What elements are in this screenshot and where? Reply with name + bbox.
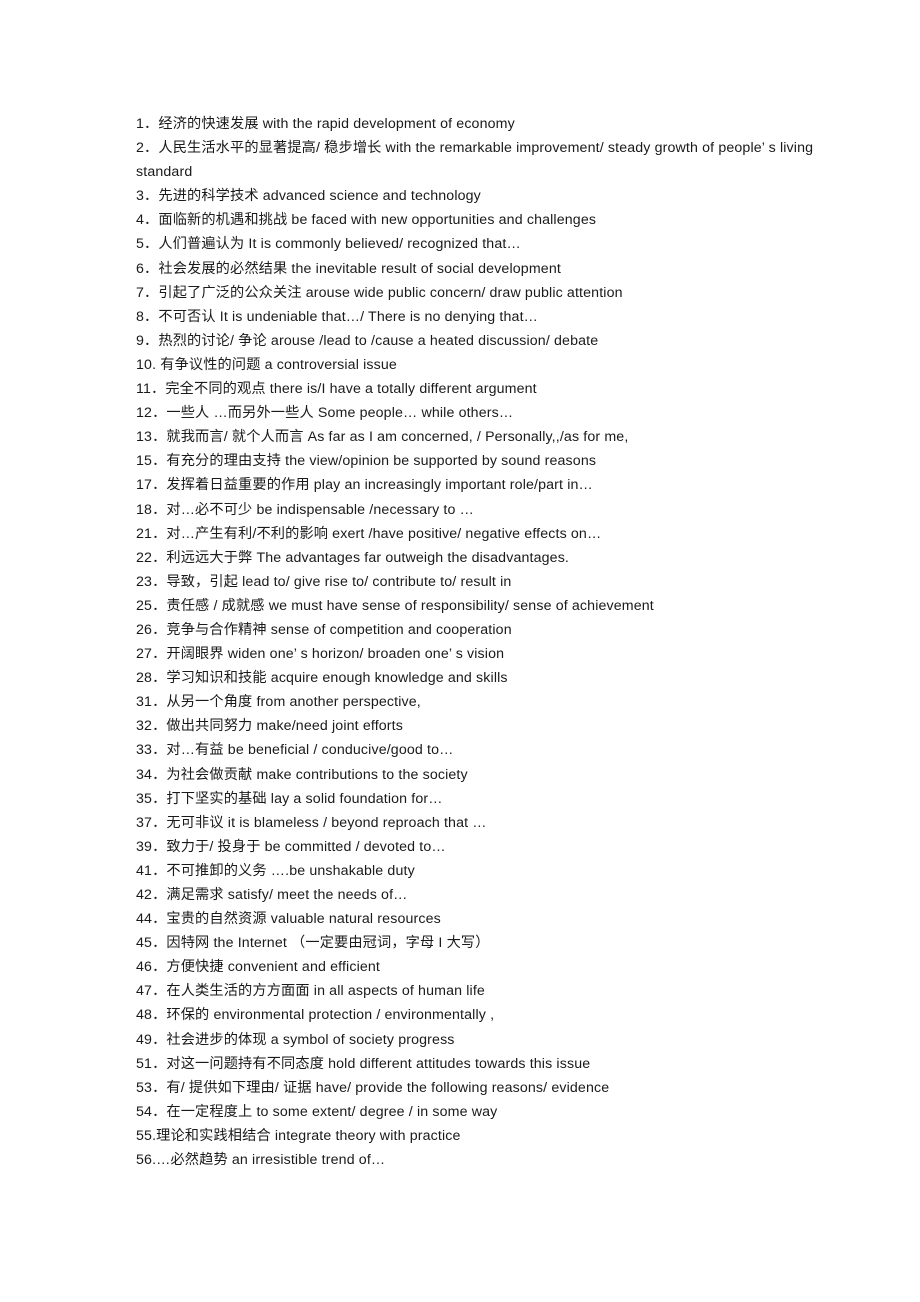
phrase-entry: 48．环保的 environmental protection / enviro…: [136, 1007, 495, 1024]
phrase-entry: 55.理论和实践相结合 integrate theory with practi…: [136, 1127, 461, 1144]
phrase-entry: 33．对…有益 be beneficial / conducive/good t…: [136, 742, 454, 759]
phrase-entry: 4．面临新的机遇和挑战 be faced with new opportunit…: [136, 212, 597, 229]
phrase-entry: 28．学习知识和技能 acquire enough knowledge and …: [136, 670, 508, 687]
phrase-entry: 23．导致，引起 lead to/ give rise to/ contribu…: [136, 573, 512, 590]
phrase-entry: 46．方便快捷 convenient and efficient: [136, 959, 381, 976]
phrase-entry: 26．竞争与合作精神 sense of competition and coop…: [136, 621, 512, 638]
phrase-entry: 15．有充分的理由支持 the view/opinion be supporte…: [136, 453, 597, 470]
phrase-entry: 13．就我而言/ 就个人而言 As far as I am concerned,…: [136, 429, 629, 446]
phrase-entry: 54．在一定程度上 to some extent/ degree / in so…: [136, 1103, 498, 1120]
phrase-entry: 49．社会进步的体现 a symbol of society progress: [136, 1031, 455, 1048]
phrase-entry: 18．对…必不可少 be indispensable /necessary to…: [136, 501, 474, 518]
phrase-entry: 37．无可非议 it is blameless / beyond reproac…: [136, 814, 487, 831]
phrase-entry: 8．不可否认 It is undeniable that…/ There is …: [136, 308, 538, 325]
phrase-entry: 39．致力于/ 投身于 be committed / devoted to…: [136, 838, 446, 855]
phrase-entry: 5．人们普遍认为 It is commonly believed/ recogn…: [136, 236, 521, 253]
phrase-entry: 41．不可推卸的义务 ….be unshakable duty: [136, 862, 415, 879]
document-page: 1．经济的快速发展 with the rapid development of …: [0, 0, 920, 1302]
phrase-entry: 2．人民生活水平的显著提高/ 稳步增长 with the remarkable …: [136, 140, 814, 181]
phrase-entry: 32．做出共同努力 make/need joint efforts: [136, 718, 403, 735]
phrase-entry: 35．打下坚实的基础 lay a solid foundation for…: [136, 790, 443, 807]
phrase-entry: 53．有/ 提供如下理由/ 证据 have/ provide the follo…: [136, 1079, 610, 1096]
phrase-entry: 56.…必然趋势 an irresistible trend of…: [136, 1152, 386, 1169]
phrase-list: 1．经济的快速发展 with the rapid development of …: [136, 112, 816, 1172]
phrase-entry: 6．社会发展的必然结果 the inevitable result of soc…: [136, 260, 561, 277]
phrase-entry: 34．为社会做贡献 make contributions to the soci…: [136, 766, 468, 783]
phrase-entry: 7．引起了广泛的公众关注 arouse wide public concern/…: [136, 284, 623, 301]
phrase-entry: 31．从另一个角度 from another perspective,: [136, 694, 421, 711]
phrase-entry: 42．满足需求 satisfy/ meet the needs of…: [136, 887, 408, 903]
phrase-entry: 51．对这一问题持有不同态度 hold different attitudes …: [136, 1055, 591, 1072]
phrase-entry: 21．对…产生有利/不利的影响 exert /have positive/ ne…: [136, 525, 602, 542]
phrase-entry: 3．先进的科学技术 advanced science and technolog…: [136, 188, 481, 205]
phrase-entry: 47．在人类生活的方方面面 in all aspects of human li…: [136, 983, 485, 1000]
phrase-entry: 45．因特网 the Internet （一定要由冠词，字母 I 大写）: [136, 935, 490, 952]
phrase-entry: 9．热烈的讨论/ 争论 arouse /lead to /cause a hea…: [136, 332, 599, 349]
phrase-entry: 17．发挥着日益重要的作用 play an increasingly impor…: [136, 477, 593, 494]
phrase-entry: 27．开阔眼界 widen one’ s horizon/ broaden on…: [136, 646, 505, 663]
phrase-entry: 44．宝贵的自然资源 valuable natural resources: [136, 911, 441, 928]
phrase-entry: 12．一些人 …而另外一些人 Some people… while others…: [136, 405, 514, 422]
phrase-entry: 25．责任感 / 成就感 we must have sense of respo…: [136, 597, 654, 614]
phrase-entry: 11．完全不同的观点 there is/I have a totally dif…: [136, 381, 537, 398]
phrase-entry: 1．经济的快速发展 with the rapid development of …: [136, 116, 515, 132]
phrase-entry: 22．利远远大于弊 The advantages far outweigh th…: [136, 549, 570, 566]
phrase-entry: 10. 有争议性的问题 a controversial issue: [136, 356, 397, 373]
